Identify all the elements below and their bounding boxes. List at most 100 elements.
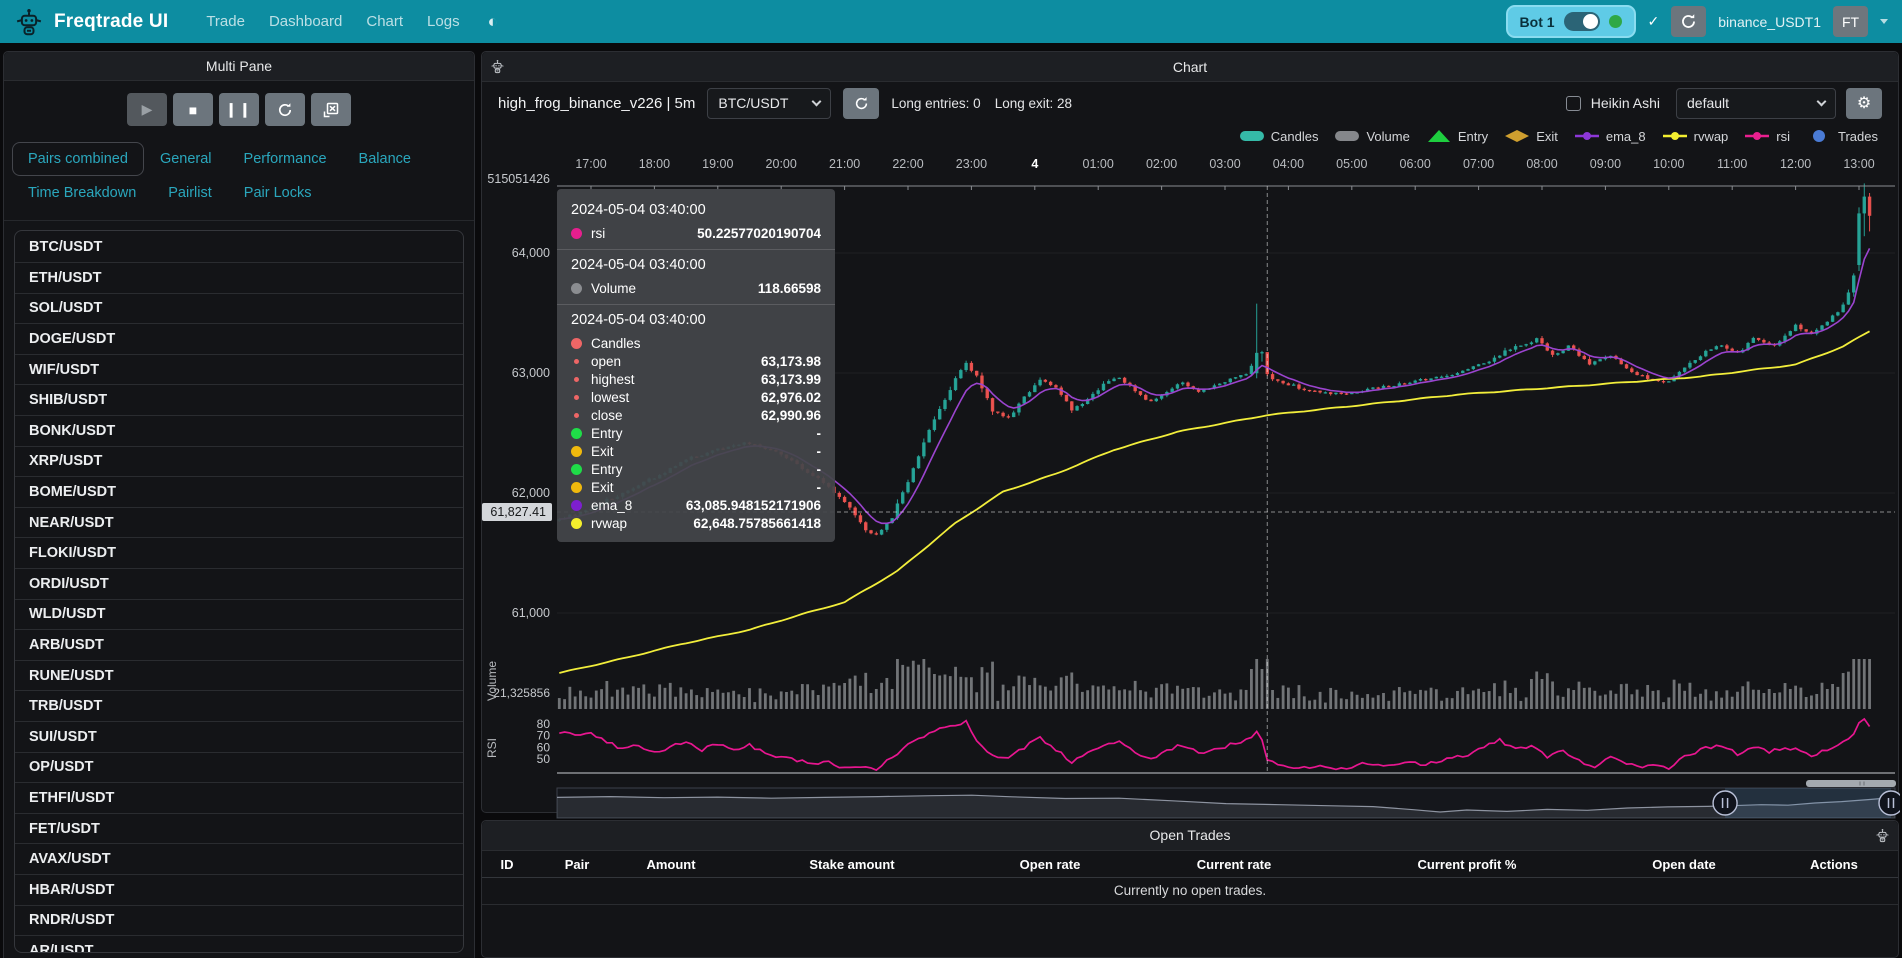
nav-link-chart[interactable]: Chart bbox=[354, 13, 415, 30]
exchange-name: binance_USDT1 bbox=[1718, 14, 1821, 30]
tab-performance[interactable]: Performance bbox=[228, 142, 343, 176]
legend-label: Trades bbox=[1838, 129, 1878, 144]
column-header-current-profit--: Current profit % bbox=[1418, 857, 1517, 872]
forceexit-all-button[interactable] bbox=[311, 93, 351, 126]
pair-list-item[interactable]: BTC/USDT bbox=[15, 231, 463, 262]
multi-pane-tabs: Pairs combinedGeneralPerformanceBalance T… bbox=[4, 136, 474, 221]
svg-text:12:00: 12:00 bbox=[1780, 157, 1811, 171]
heikin-ashi-checkbox[interactable] bbox=[1566, 96, 1581, 111]
start-bot-button[interactable]: ▶ bbox=[127, 93, 167, 126]
pair-list-item[interactable]: BONK/USDT bbox=[15, 415, 463, 446]
datazoom-right-handle[interactable] bbox=[1879, 791, 1900, 815]
pair-list-item[interactable]: NEAR/USDT bbox=[15, 507, 463, 538]
datazoom-left-handle[interactable] bbox=[1713, 791, 1737, 815]
legend-item-candles[interactable]: Candles bbox=[1239, 129, 1319, 144]
tab-balance[interactable]: Balance bbox=[343, 142, 427, 176]
legend-item-volume[interactable]: Volume bbox=[1334, 129, 1409, 144]
legend-item-ema_8[interactable]: ema_8 bbox=[1574, 129, 1646, 144]
theme-toggle-icon[interactable]: ◐ bbox=[482, 12, 504, 32]
reload-config-button[interactable] bbox=[265, 93, 305, 126]
pair-select-value: BTC/USDT bbox=[718, 95, 788, 111]
stop-bot-button[interactable]: ■ bbox=[173, 93, 213, 126]
legend-item-entry[interactable]: Entry bbox=[1426, 129, 1488, 144]
strategy-name: high_frog_binance_v226 | 5m bbox=[498, 95, 695, 112]
entry-swatch-icon bbox=[1426, 129, 1452, 143]
freqtrade-robot-logo bbox=[14, 7, 44, 37]
check-icon[interactable]: ✓ bbox=[1648, 13, 1660, 30]
nav-link-dashboard[interactable]: Dashboard bbox=[257, 13, 354, 30]
legend-label: Exit bbox=[1536, 129, 1558, 144]
legend-item-rvwap[interactable]: rvwap bbox=[1662, 129, 1729, 144]
plot-config-select[interactable]: default bbox=[1676, 88, 1836, 119]
tab-general[interactable]: General bbox=[144, 142, 228, 176]
pair-list-item[interactable]: SUI/USDT bbox=[15, 721, 463, 752]
tab-pairs-combined[interactable]: Pairs combined bbox=[12, 142, 144, 176]
brand[interactable]: Freqtrade UI bbox=[14, 7, 168, 37]
rvwap-swatch-icon bbox=[1662, 129, 1688, 143]
navbar: Freqtrade UI TradeDashboardChartLogs ◐ B… bbox=[0, 0, 1902, 43]
pair-list-item[interactable]: HBAR/USDT bbox=[15, 874, 463, 905]
pair-list-item[interactable]: XRP/USDT bbox=[15, 446, 463, 477]
tab-pairlist[interactable]: Pairlist bbox=[152, 176, 228, 210]
column-header-amount: Amount bbox=[646, 857, 695, 872]
legend-item-exit[interactable]: Exit bbox=[1504, 129, 1558, 144]
bot-controls: ▶ ■ ❙❙ bbox=[4, 81, 474, 136]
svg-text:63,000: 63,000 bbox=[512, 366, 550, 380]
pair-list-item[interactable]: ORDI/USDT bbox=[15, 568, 463, 599]
svg-text:61,000: 61,000 bbox=[512, 606, 550, 620]
tab-time-breakdown[interactable]: Time Breakdown bbox=[12, 176, 152, 210]
pair-list-item[interactable]: AVAX/USDT bbox=[15, 843, 463, 874]
svg-text:515051426: 515051426 bbox=[487, 172, 550, 186]
tab-pair-locks[interactable]: Pair Locks bbox=[228, 176, 328, 210]
svg-text:08:00: 08:00 bbox=[1526, 157, 1557, 171]
pair-list-item[interactable]: ETH/USDT bbox=[15, 262, 463, 293]
pair-list-item[interactable]: RUNE/USDT bbox=[15, 660, 463, 691]
avatar[interactable]: FT bbox=[1833, 6, 1868, 37]
pair-list-item[interactable]: AR/USDT bbox=[15, 935, 463, 953]
ema_8-swatch-icon bbox=[1574, 129, 1600, 143]
pair-list-item[interactable]: ETHFI/USDT bbox=[15, 782, 463, 813]
chart-area[interactable]: 17:0018:0019:0020:0021:0022:0023:00401:0… bbox=[482, 148, 1898, 812]
nav-link-logs[interactable]: Logs bbox=[415, 13, 472, 30]
chevron-down-icon[interactable] bbox=[1880, 19, 1888, 24]
pair-list-item[interactable]: ARB/USDT bbox=[15, 629, 463, 660]
svg-text:18:00: 18:00 bbox=[639, 157, 670, 171]
chevron-down-icon bbox=[812, 96, 822, 106]
pair-list-item[interactable]: BOME/USDT bbox=[15, 476, 463, 507]
nav-link-trade[interactable]: Trade bbox=[194, 13, 257, 30]
pair-list-item[interactable]: FLOKI/USDT bbox=[15, 537, 463, 568]
svg-text:21:00: 21:00 bbox=[829, 157, 860, 171]
pair-list-item[interactable]: WIF/USDT bbox=[15, 354, 463, 385]
plot-settings-button[interactable]: ⚙ bbox=[1846, 88, 1882, 119]
pair-list-item[interactable]: SHIB/USDT bbox=[15, 384, 463, 415]
pair-list-item[interactable]: SOL/USDT bbox=[15, 293, 463, 324]
legend-item-trades[interactable]: Trades bbox=[1806, 129, 1878, 144]
bot-toggle[interactable] bbox=[1564, 12, 1600, 31]
pause-bot-button[interactable]: ❙❙ bbox=[219, 93, 259, 126]
bot-selector[interactable]: Bot 1 bbox=[1506, 5, 1636, 38]
pair-list-item[interactable]: OP/USDT bbox=[15, 752, 463, 783]
svg-text:06:00: 06:00 bbox=[1400, 157, 1431, 171]
column-header-pair: Pair bbox=[565, 857, 590, 872]
pair-list-item[interactable]: DOGE/USDT bbox=[15, 323, 463, 354]
price-chart[interactable]: 17:0018:0019:0020:0021:0022:0023:00401:0… bbox=[482, 148, 1900, 822]
pair-list-item[interactable]: WLD/USDT bbox=[15, 599, 463, 630]
datazoom-slider[interactable] bbox=[557, 780, 1900, 818]
nav-links: TradeDashboardChartLogs bbox=[194, 13, 471, 30]
legend-item-rsi[interactable]: rsi bbox=[1744, 129, 1790, 144]
svg-text:13:00: 13:00 bbox=[1843, 157, 1874, 171]
column-header-open-date: Open date bbox=[1652, 857, 1716, 872]
axis-layer: 17:0018:0019:0020:0021:0022:0023:00401:0… bbox=[485, 157, 1895, 773]
volume-layer bbox=[558, 659, 1871, 709]
pair-select[interactable]: BTC/USDT bbox=[707, 88, 831, 119]
chart-legend: Candles Volume Entry Exit ema_8 rvwap rsi Trade… bbox=[482, 124, 1898, 148]
pair-list-item[interactable]: FET/USDT bbox=[15, 813, 463, 844]
pair-list-item[interactable]: TRB/USDT bbox=[15, 690, 463, 721]
svg-text:23:00: 23:00 bbox=[956, 157, 987, 171]
bot-online-dot bbox=[1609, 15, 1622, 28]
chart-refresh-button[interactable] bbox=[843, 88, 879, 119]
pair-list-item[interactable]: RNDR/USDT bbox=[15, 905, 463, 936]
refresh-button[interactable] bbox=[1671, 6, 1706, 37]
scrollbar-thumb[interactable] bbox=[1806, 780, 1896, 787]
legend-label: Volume bbox=[1366, 129, 1409, 144]
